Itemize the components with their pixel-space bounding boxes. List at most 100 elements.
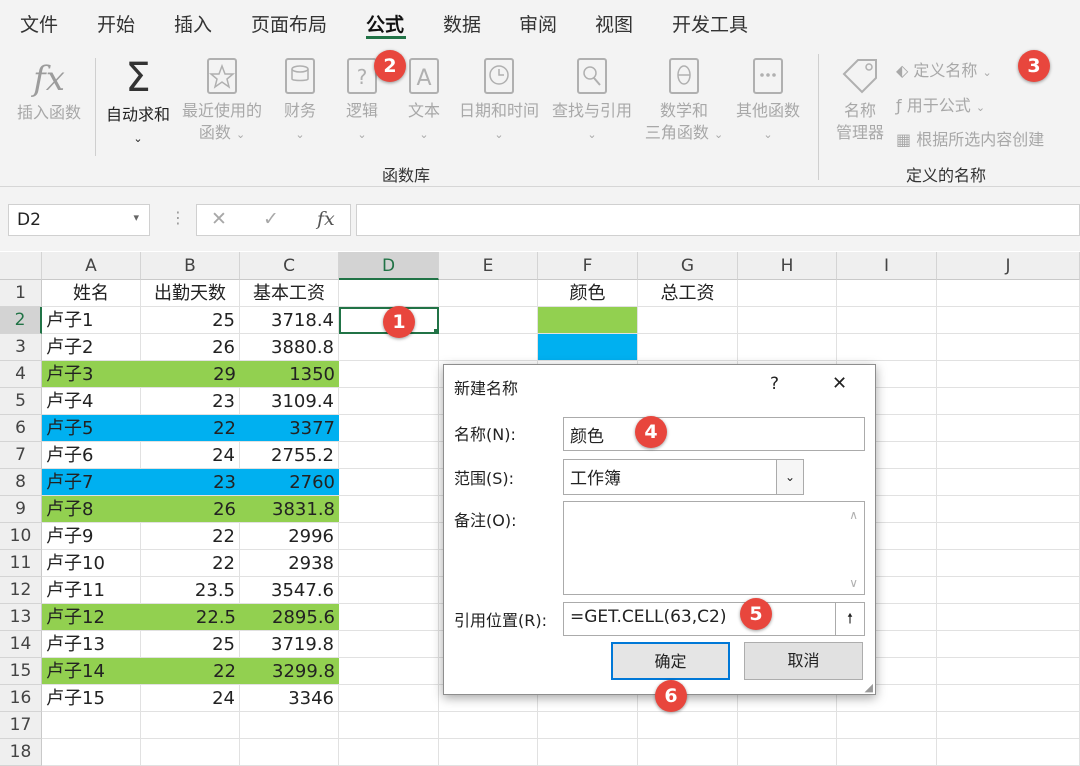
tab-view[interactable]: 视图 bbox=[595, 10, 633, 37]
column-header-b[interactable]: B bbox=[141, 252, 240, 280]
cell-j8[interactable] bbox=[937, 469, 1080, 496]
row-header-7[interactable]: 7 bbox=[0, 442, 42, 469]
cell-c9[interactable]: 3831.8 bbox=[240, 496, 339, 523]
cell-d9[interactable] bbox=[339, 496, 439, 523]
cell-c5[interactable]: 3109.4 bbox=[240, 388, 339, 415]
column-header-e[interactable]: E bbox=[439, 252, 538, 280]
cell-b17[interactable] bbox=[141, 712, 240, 739]
tab-data[interactable]: 数据 bbox=[443, 10, 481, 37]
column-header-g[interactable]: G bbox=[638, 252, 738, 280]
cell-c2[interactable]: 3718.4 bbox=[240, 307, 339, 334]
row-header-5[interactable]: 5 bbox=[0, 388, 42, 415]
cell-j7[interactable] bbox=[937, 442, 1080, 469]
cell-c18[interactable] bbox=[240, 739, 339, 766]
row-header-10[interactable]: 10 bbox=[0, 523, 42, 550]
cell-c4[interactable]: 1350 bbox=[240, 361, 339, 388]
autosum-button[interactable]: Σ 自动求和 ⌄ bbox=[102, 56, 174, 150]
cell-g18[interactable] bbox=[638, 739, 738, 766]
cell-c11[interactable]: 2938 bbox=[240, 550, 339, 577]
tab-formulas[interactable]: 公式 bbox=[366, 10, 404, 37]
reference-field[interactable]: =GET.CELL(63,C2) 🠕 bbox=[563, 602, 865, 636]
cell-b5[interactable]: 23 bbox=[141, 388, 240, 415]
text-functions-button[interactable]: A 文本 ⌄ bbox=[398, 56, 450, 146]
cell-i17[interactable] bbox=[837, 712, 937, 739]
cell-j4[interactable] bbox=[937, 361, 1080, 388]
cell-i18[interactable] bbox=[837, 739, 937, 766]
cell-j2[interactable] bbox=[937, 307, 1080, 334]
cell-h18[interactable] bbox=[738, 739, 837, 766]
cell-d6[interactable] bbox=[339, 415, 439, 442]
row-header-11[interactable]: 11 bbox=[0, 550, 42, 577]
cell-d8[interactable] bbox=[339, 469, 439, 496]
row-header-8[interactable]: 8 bbox=[0, 469, 42, 496]
cell-a14[interactable]: 卢子13 bbox=[42, 631, 141, 658]
cell-a9[interactable]: 卢子8 bbox=[42, 496, 141, 523]
cell-b13[interactable]: 22.5 bbox=[141, 604, 240, 631]
collapse-dialog-icon[interactable]: 🠕 bbox=[835, 603, 864, 635]
name-box[interactable]: D2 ▾ bbox=[8, 204, 150, 236]
insert-function-button[interactable]: fx 插入函数 bbox=[12, 60, 86, 124]
column-header-h[interactable]: H bbox=[738, 252, 837, 280]
cell-d16[interactable] bbox=[339, 685, 439, 712]
cell-d12[interactable] bbox=[339, 577, 439, 604]
tab-page-layout[interactable]: 页面布局 bbox=[251, 10, 327, 37]
tab-file[interactable]: 文件 bbox=[20, 10, 58, 37]
cell-f17[interactable] bbox=[538, 712, 638, 739]
cell-c15[interactable]: 3299.8 bbox=[240, 658, 339, 685]
cell-e18[interactable] bbox=[439, 739, 538, 766]
cell-c1[interactable]: 基本工资 bbox=[240, 280, 339, 307]
close-icon[interactable]: ✕ bbox=[832, 373, 847, 394]
cell-b16[interactable]: 24 bbox=[141, 685, 240, 712]
cell-d3[interactable] bbox=[339, 334, 439, 361]
cell-h3[interactable] bbox=[738, 334, 837, 361]
confirm-icon[interactable]: ✓ bbox=[263, 208, 279, 230]
cell-a2[interactable]: 卢子1 bbox=[42, 307, 141, 334]
formula-input[interactable] bbox=[356, 204, 1080, 236]
cell-d17[interactable] bbox=[339, 712, 439, 739]
cell-a1[interactable]: 姓名 bbox=[42, 280, 141, 307]
row-header-18[interactable]: 18 bbox=[0, 739, 42, 766]
tab-review[interactable]: 审阅 bbox=[519, 10, 557, 37]
cell-j5[interactable] bbox=[937, 388, 1080, 415]
cell-b7[interactable]: 24 bbox=[141, 442, 240, 469]
cell-h1[interactable] bbox=[738, 280, 837, 307]
cell-d15[interactable] bbox=[339, 658, 439, 685]
cell-f1[interactable]: 颜色 bbox=[538, 280, 638, 307]
cell-a12[interactable]: 卢子11 bbox=[42, 577, 141, 604]
row-header-17[interactable]: 17 bbox=[0, 712, 42, 739]
cell-g17[interactable] bbox=[638, 712, 738, 739]
cell-g1[interactable]: 总工资 bbox=[638, 280, 738, 307]
cell-i1[interactable] bbox=[837, 280, 937, 307]
cell-j6[interactable] bbox=[937, 415, 1080, 442]
cell-d18[interactable] bbox=[339, 739, 439, 766]
cell-j1[interactable] bbox=[937, 280, 1080, 307]
cell-a15[interactable]: 卢子14 bbox=[42, 658, 141, 685]
cell-a17[interactable] bbox=[42, 712, 141, 739]
cell-h17[interactable] bbox=[738, 712, 837, 739]
cancel-button[interactable]: 取消 bbox=[744, 642, 863, 680]
cell-a13[interactable]: 卢子12 bbox=[42, 604, 141, 631]
comment-field[interactable]: ∧ ∨ bbox=[563, 501, 865, 595]
cell-d14[interactable] bbox=[339, 631, 439, 658]
help-button[interactable]: ? bbox=[770, 374, 779, 394]
cell-f2[interactable] bbox=[538, 307, 638, 334]
cell-d13[interactable] bbox=[339, 604, 439, 631]
row-header-13[interactable]: 13 bbox=[0, 604, 42, 631]
cell-j18[interactable] bbox=[937, 739, 1080, 766]
column-header-i[interactable]: I bbox=[837, 252, 937, 280]
ok-button[interactable]: 确定 bbox=[611, 642, 730, 680]
cell-j17[interactable] bbox=[937, 712, 1080, 739]
cell-a11[interactable]: 卢子10 bbox=[42, 550, 141, 577]
cell-b2[interactable]: 25 bbox=[141, 307, 240, 334]
cell-c3[interactable]: 3880.8 bbox=[240, 334, 339, 361]
scope-select[interactable]: 工作簿 ⌄ bbox=[563, 459, 804, 495]
cell-b15[interactable]: 22 bbox=[141, 658, 240, 685]
row-header-2[interactable]: 2 bbox=[0, 307, 42, 334]
define-name-button[interactable]: ⬖ 定义名称 ⌄ bbox=[896, 57, 992, 81]
cell-b8[interactable]: 23 bbox=[141, 469, 240, 496]
cell-a10[interactable]: 卢子9 bbox=[42, 523, 141, 550]
more-functions-button[interactable]: 其他函数 ⌄ bbox=[732, 56, 804, 146]
column-header-a[interactable]: A bbox=[42, 252, 141, 280]
cell-b14[interactable]: 25 bbox=[141, 631, 240, 658]
cell-a18[interactable] bbox=[42, 739, 141, 766]
